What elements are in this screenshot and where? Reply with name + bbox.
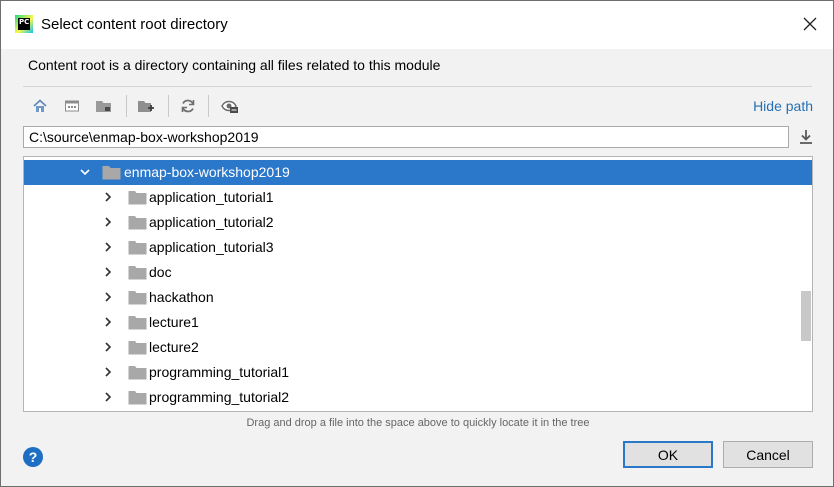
dialog-description: Content root is a directory containing a… — [28, 57, 441, 73]
tree-row[interactable]: programming_tutorial1 — [24, 360, 812, 385]
chevron-right-icon[interactable] — [101, 340, 115, 354]
tree-row[interactable]: application_tutorial2 — [24, 210, 812, 235]
tree-row[interactable]: hackathon — [24, 285, 812, 310]
tree-item-label: hackathon — [149, 289, 214, 305]
download-button[interactable] — [796, 126, 816, 148]
tree-scrollbar-thumb[interactable] — [801, 291, 811, 341]
chevron-right-icon[interactable] — [101, 215, 115, 229]
chevron-right-icon[interactable] — [101, 240, 115, 254]
folder-icon — [128, 241, 147, 255]
folder-icon — [128, 216, 147, 230]
tree-item-label: application_tutorial1 — [149, 189, 274, 205]
close-icon — [803, 17, 817, 31]
hide-path-link[interactable]: Hide path — [753, 98, 813, 114]
chevron-down-icon[interactable] — [78, 165, 92, 179]
tree-item-label: programming_tutorial2 — [149, 389, 290, 405]
home-icon — [33, 99, 47, 112]
cancel-button[interactable]: Cancel — [723, 441, 813, 468]
close-button[interactable] — [795, 9, 825, 39]
tree-row[interactable]: programming_tutorial2 — [24, 385, 812, 410]
tree-item-label: application_tutorial2 — [149, 214, 274, 230]
show-hidden-icon — [221, 100, 238, 113]
tree-item-label: application_tutorial3 — [149, 239, 274, 255]
chevron-right-icon[interactable] — [101, 315, 115, 329]
ok-button[interactable]: OK — [623, 441, 713, 468]
folder-icon — [128, 341, 147, 355]
refresh-icon — [181, 99, 195, 113]
folder-icon — [102, 166, 121, 180]
refresh-button[interactable] — [175, 93, 201, 119]
tree-item-label: programming_tutorial1 — [149, 364, 290, 380]
chevron-right-icon[interactable] — [101, 365, 115, 379]
toolbar-separator — [208, 95, 209, 117]
project-folder-icon — [96, 101, 111, 112]
folder-icon — [128, 391, 147, 405]
home-button[interactable] — [27, 93, 53, 119]
tree-row[interactable]: lecture2 — [24, 335, 812, 360]
folder-icon — [128, 316, 147, 330]
tree-item-label: doc — [149, 264, 172, 280]
toolbar — [23, 93, 813, 119]
tree-item-label: lecture1 — [149, 314, 199, 330]
folder-icon — [128, 191, 147, 205]
select-content-root-dialog: PC Select content root directory Content… — [0, 0, 834, 487]
pycharm-app-icon: PC — [15, 15, 33, 33]
toolbar-separator — [168, 95, 169, 117]
chevron-right-icon[interactable] — [101, 265, 115, 279]
download-icon — [800, 130, 812, 144]
help-button[interactable]: ? — [23, 447, 43, 467]
desktop-icon — [65, 100, 79, 112]
new-folder-icon — [138, 101, 154, 112]
tree-row[interactable]: doc — [24, 260, 812, 285]
folder-icon — [128, 266, 147, 280]
new-folder-button[interactable] — [133, 93, 159, 119]
tree-row-selected[interactable]: enmap-box-workshop2019 — [24, 160, 812, 185]
window-title: Select content root directory — [41, 16, 228, 33]
title-bar: PC Select content root directory — [1, 1, 833, 49]
chevron-right-icon[interactable] — [101, 390, 115, 404]
desktop-button[interactable] — [59, 93, 85, 119]
path-input[interactable] — [23, 126, 789, 148]
tree-item-label: enmap-box-workshop2019 — [124, 164, 290, 180]
chevron-right-icon[interactable] — [101, 290, 115, 304]
chevron-right-icon[interactable] — [101, 190, 115, 204]
tree-row[interactable]: lecture1 — [24, 310, 812, 335]
folder-icon — [128, 366, 147, 380]
project-folder-button[interactable] — [91, 93, 117, 119]
folder-icon — [128, 291, 147, 305]
directory-tree[interactable]: enmap-box-workshop2019 application_tutor… — [23, 156, 813, 412]
show-hidden-button[interactable] — [217, 93, 243, 119]
tree-row[interactable]: application_tutorial1 — [24, 185, 812, 210]
drag-drop-hint: Drag and drop a file into the space abov… — [246, 417, 590, 429]
tree-item-label: lecture2 — [149, 339, 199, 355]
tree-row[interactable]: application_tutorial3 — [24, 235, 812, 260]
toolbar-separator — [126, 95, 127, 117]
divider — [23, 86, 812, 87]
